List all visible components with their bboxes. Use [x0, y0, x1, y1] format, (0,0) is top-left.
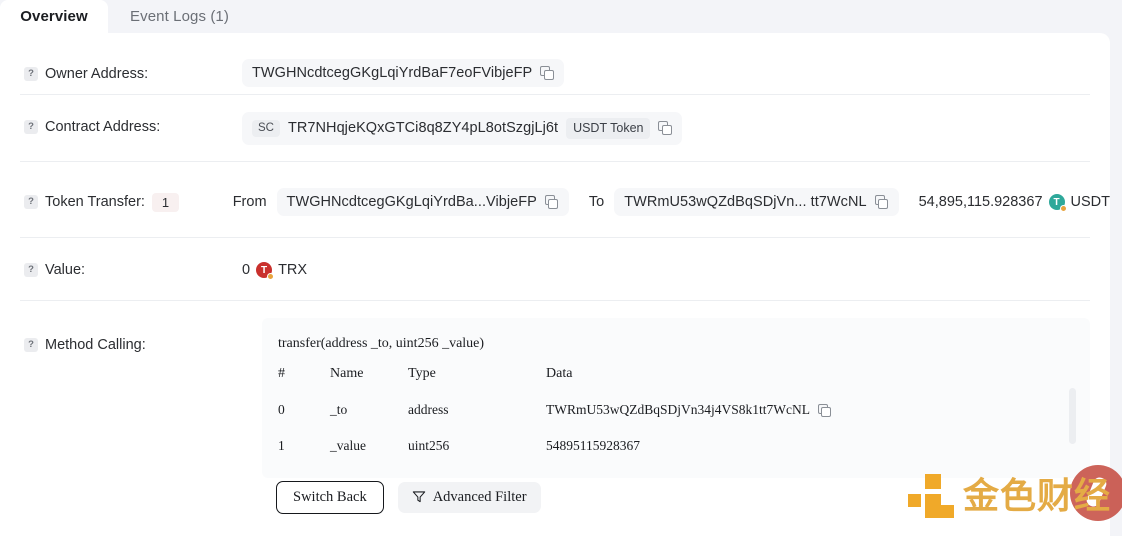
- method-params-table: # Name Type Data 0 _to address TWRmU53wQ…: [278, 366, 1074, 474]
- table-row: 0 _to address TWRmU53wQZdBqSDjVn34j4VS8k…: [278, 402, 1074, 438]
- from-address-chip[interactable]: TWGHNcdtcegGKgLqiYrdBa...VibjeFP: [276, 188, 569, 216]
- divider: [20, 94, 1090, 95]
- param-type: address: [408, 402, 449, 417]
- contract-address-label-group: ? Contract Address:: [0, 112, 242, 142]
- value-label-group: ? Value:: [0, 255, 242, 285]
- contract-address-chip[interactable]: SC TR7NHqjeKQxGTCi8q8ZY4pL8otSzgjLj6t US…: [242, 112, 683, 145]
- column-header-data: Data: [546, 366, 573, 381]
- divider: [20, 300, 1090, 301]
- copy-icon[interactable]: [874, 195, 889, 209]
- help-icon[interactable]: ?: [24, 338, 38, 352]
- divider: [20, 237, 1090, 238]
- transfer-symbol[interactable]: USDT: [1071, 194, 1110, 210]
- param-data: 54895115928367: [546, 438, 640, 453]
- tab-event-logs-label: Event Logs (1): [130, 8, 229, 25]
- row-token-transfer: ? Token Transfer: 1 From TWGHNcdtcegGKgL…: [0, 187, 1110, 217]
- token-transfer-count: 1: [151, 192, 179, 212]
- help-icon[interactable]: ?: [24, 263, 38, 277]
- to-label: To: [588, 194, 605, 210]
- token-name-tag[interactable]: USDT Token: [566, 118, 651, 139]
- column-header-name: Name: [330, 366, 364, 381]
- column-header-type: Type: [408, 366, 436, 381]
- param-name: _to: [330, 402, 348, 417]
- trx-amount-group: 0 T TRX: [242, 255, 307, 285]
- param-name: _value: [330, 438, 366, 453]
- contract-address-label: Contract Address:: [45, 119, 161, 135]
- watermark-text: 金色财经: [963, 475, 1112, 516]
- trx-amount: 0: [242, 262, 251, 278]
- contract-address-value: TR7NHqjeKQxGTCi8q8ZY4pL8otSzgjLj6t: [287, 120, 559, 137]
- value-label: Value:: [45, 262, 86, 278]
- table-row: 1 _value uint256 54895115928367: [278, 438, 1074, 474]
- from-address-value: TWGHNcdtcegGKgLqiYrdBa...VibjeFP: [286, 194, 537, 210]
- filter-icon: [412, 491, 425, 503]
- from-label: From: [232, 194, 267, 210]
- method-actions: Switch Back Advanced Filter: [276, 481, 541, 514]
- column-header-index: #: [278, 366, 285, 381]
- method-calling-label-group: ? Method Calling:: [0, 333, 242, 357]
- help-icon[interactable]: ?: [24, 195, 38, 209]
- tab-bar: Overview Event Logs (1): [0, 0, 1122, 33]
- to-address-chip[interactable]: TWRmU53wQZdBqSDjVn... tt7WcNL: [614, 188, 899, 216]
- trx-coin-icon: T: [256, 262, 275, 280]
- table-header-row: # Name Type Data: [278, 366, 1074, 402]
- copy-icon[interactable]: [817, 403, 832, 418]
- token-transfer-label-group: ? Token Transfer: 1: [0, 187, 233, 217]
- method-calling-panel: transfer(address _to, uint256 _value) # …: [262, 318, 1090, 478]
- smart-contract-tag: SC: [252, 119, 280, 137]
- token-transfer-label: Token Transfer:: [45, 194, 145, 210]
- param-index: 1: [278, 438, 285, 453]
- param-data-cell: TWRmU53wQZdBqSDjVn34j4VS8k1tt7WcNL: [546, 402, 1074, 438]
- owner-address-label: Owner Address:: [45, 66, 149, 82]
- owner-address-value: TWGHNcdtcegGKgLqiYrdBaF7eoFVibjeFP: [252, 65, 533, 81]
- contract-address-value-group: SC TR7NHqjeKQxGTCi8q8ZY4pL8otSzgjLj6t US…: [242, 112, 683, 145]
- help-icon[interactable]: ?: [24, 67, 38, 81]
- usdt-coin-icon: T: [1048, 194, 1067, 212]
- param-type: uint256: [408, 438, 450, 453]
- watermark: 金色财经: [908, 465, 1122, 521]
- token-transfer-value-group: From TWGHNcdtcegGKgLqiYrdBa...VibjeFP To…: [233, 187, 1110, 217]
- trx-symbol: TRX: [278, 262, 308, 278]
- divider: [20, 161, 1090, 162]
- param-data-cell: 54895115928367: [546, 438, 1074, 474]
- method-signature: transfer(address _to, uint256 _value): [278, 336, 485, 351]
- transfer-amount-group: 54,895,115.928367 T USDT: [918, 194, 1110, 212]
- row-owner-address: ? Owner Address: TWGHNcdtcegGKgLqiYrdBaF…: [0, 59, 1110, 89]
- transfer-amount: 54,895,115.928367: [918, 194, 1043, 210]
- param-index: 0: [278, 402, 285, 417]
- owner-address-chip[interactable]: TWGHNcdtcegGKgLqiYrdBaF7eoFVibjeFP: [242, 59, 565, 87]
- copy-icon[interactable]: [658, 121, 672, 135]
- jinse-logo-icon: [908, 474, 954, 518]
- advanced-filter-label: Advanced Filter: [432, 489, 527, 505]
- method-calling-label: Method Calling:: [45, 337, 146, 353]
- owner-address-label-group: ? Owner Address:: [0, 59, 242, 89]
- switch-back-button[interactable]: Switch Back: [276, 481, 384, 514]
- to-address-value: TWRmU53wQZdBqSDjVn... tt7WcNL: [624, 194, 867, 210]
- row-value: ? Value: 0 T TRX: [0, 255, 1110, 285]
- method-calling-content: transfer(address _to, uint256 _value) # …: [262, 318, 1090, 474]
- row-contract-address: ? Contract Address: SC TR7NHqjeKQxGTCi8q…: [0, 112, 1110, 145]
- value-amount-group: 0 T TRX: [242, 255, 307, 285]
- tab-overview-label: Overview: [20, 8, 88, 25]
- tab-event-logs[interactable]: Event Logs (1): [108, 0, 251, 33]
- copy-icon[interactable]: [544, 195, 559, 209]
- method-panel-scrollbar[interactable]: [1069, 322, 1076, 474]
- param-data: TWRmU53wQZdBqSDjVn34j4VS8k1tt7WcNL: [546, 402, 810, 417]
- tab-overview[interactable]: Overview: [0, 0, 108, 33]
- advanced-filter-button[interactable]: Advanced Filter: [397, 482, 541, 513]
- help-icon[interactable]: ?: [24, 120, 38, 134]
- scrollbar-thumb[interactable]: [1069, 388, 1076, 444]
- copy-icon[interactable]: [540, 66, 554, 80]
- owner-address-value-group: TWGHNcdtcegGKgLqiYrdBaF7eoFVibjeFP: [242, 59, 565, 87]
